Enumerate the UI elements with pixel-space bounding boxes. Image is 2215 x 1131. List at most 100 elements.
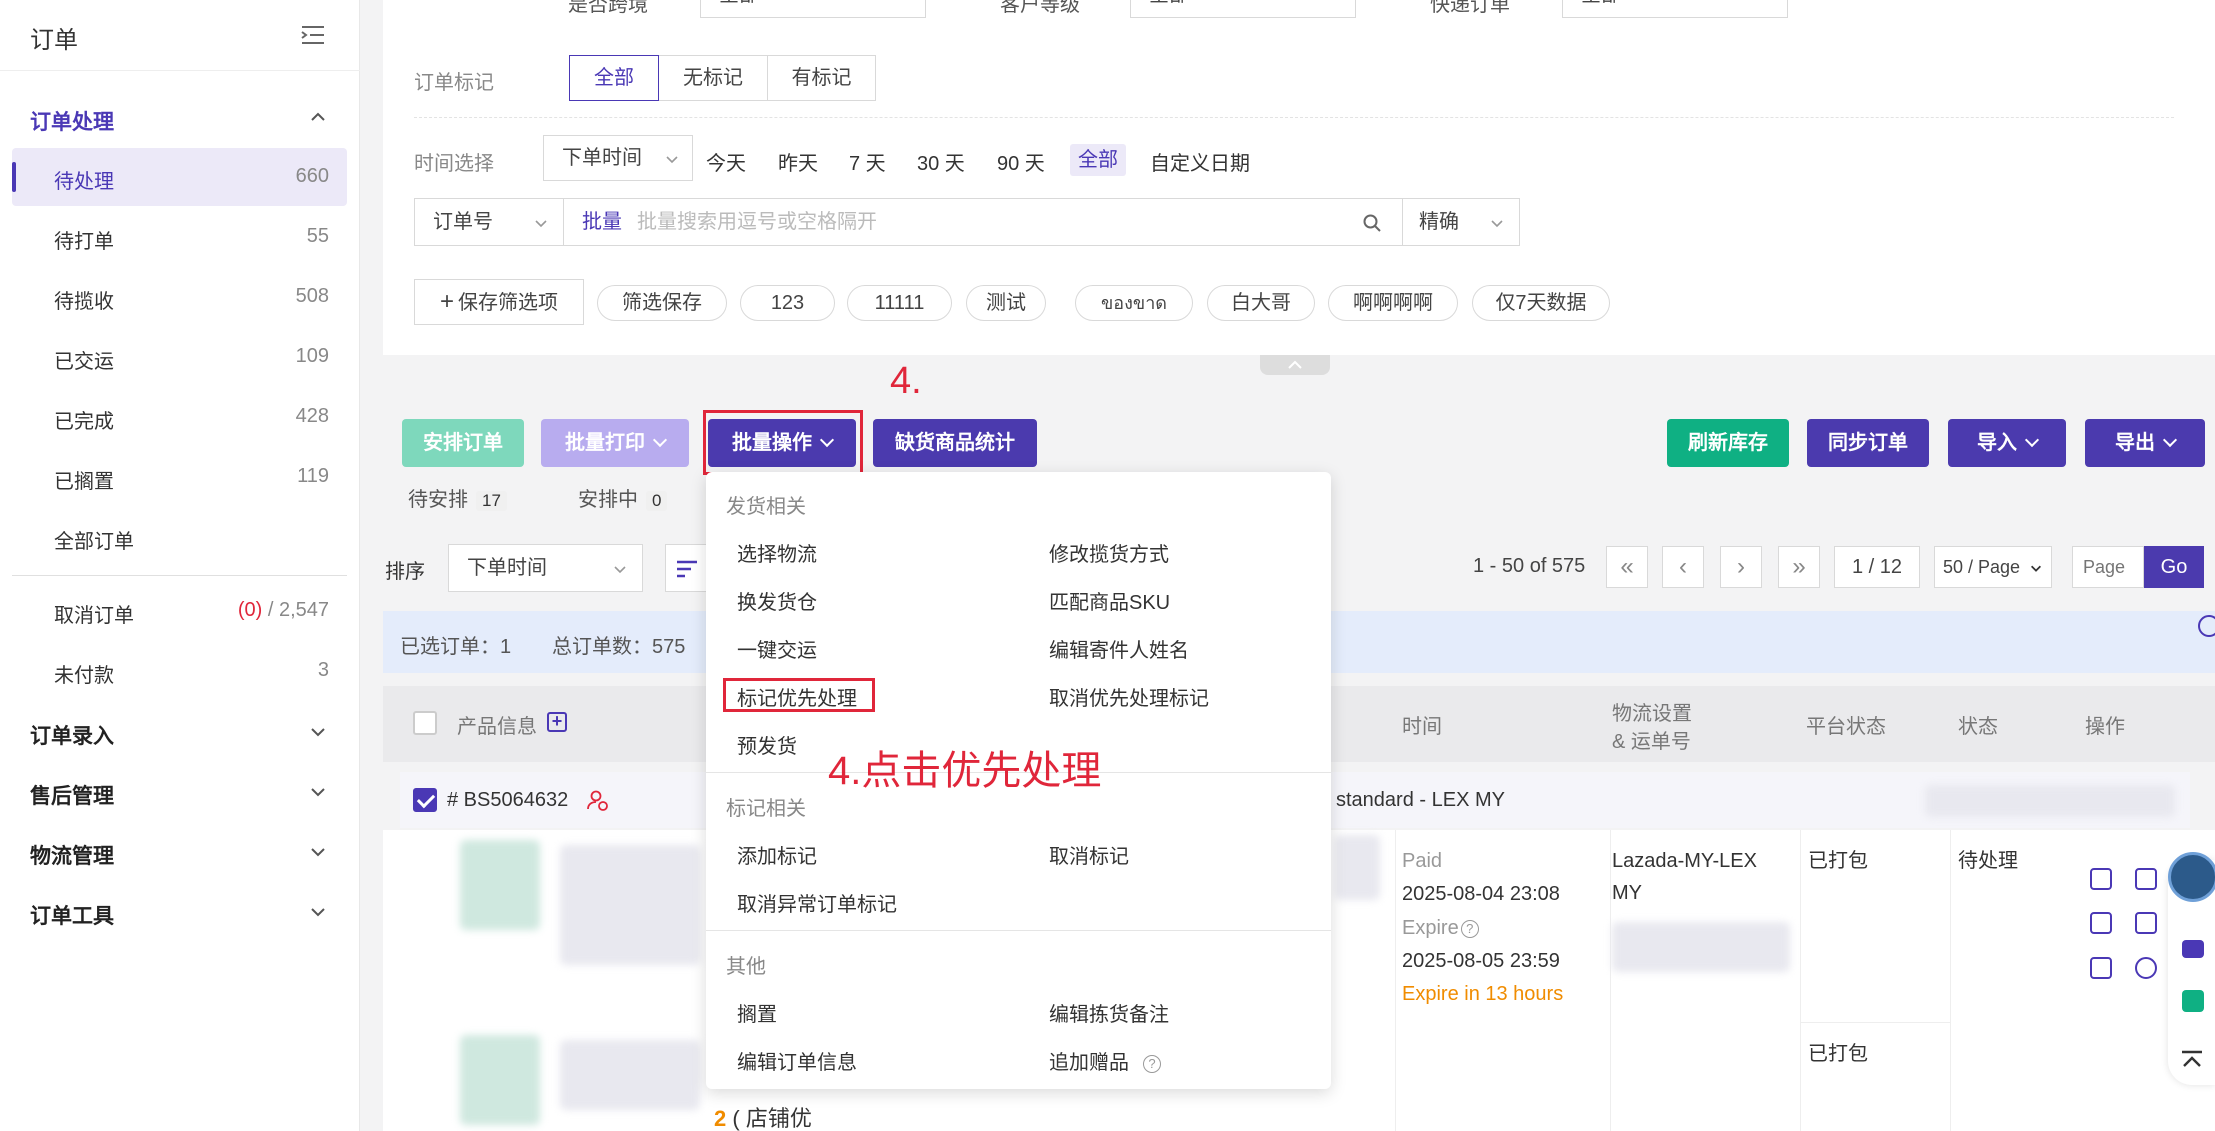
back-to-top-icon[interactable] [2180,1050,2204,1070]
collapse-filter-toggle[interactable] [1260,355,1330,375]
menu-item-edit-picking-note[interactable]: 编辑拣货备注 [1049,998,1169,1027]
saved-filter-chip[interactable]: 11111 [847,285,952,321]
time-link-30days[interactable]: 30 天 [917,147,965,176]
import-button[interactable]: 导入 [1948,419,2066,467]
menu-item-one-click-ship[interactable]: 一键交运 [737,634,817,663]
action-settings-icon[interactable] [2090,912,2112,934]
action-edit-icon[interactable] [2090,957,2112,979]
go-button[interactable]: Go [2144,546,2204,588]
menu-item-change-pickup[interactable]: 修改揽货方式 [1049,538,1169,567]
time-link-custom[interactable]: 自定义日期 [1150,147,1250,176]
action-import-icon[interactable] [2090,868,2112,890]
time-link-7days[interactable]: 7 天 [849,147,886,176]
first-page-button[interactable]: « [1606,546,1648,588]
mark-option-none[interactable]: 无标记 [658,55,768,101]
sidebar-item-completed[interactable]: 已完成 428 [12,388,347,446]
menu-item-change-warehouse[interactable]: 换发货仓 [737,586,817,615]
menu-item-add-mark[interactable]: 添加标记 [737,840,817,869]
saved-filter-chip[interactable]: ของขาด [1075,285,1193,321]
mark-option-all[interactable]: 全部 [569,55,659,101]
menu-item-pre-ship[interactable]: 预发货 [737,730,797,759]
page-size-select[interactable]: 50 / Page [1934,546,2052,588]
arranging-tab[interactable]: 安排中 0 [578,483,668,512]
page-jump-input[interactable] [2072,546,2144,588]
saved-filter-chip[interactable]: 白大哥 [1207,285,1315,321]
chevron-down-icon[interactable] [308,902,328,922]
book-icon[interactable] [2182,990,2204,1012]
menu-item-edit-sender[interactable]: 编辑寄件人姓名 [1049,634,1189,663]
saved-filter-chip[interactable]: 筛选保存 [597,285,727,321]
help-icon[interactable]: ? [1143,1054,1161,1073]
customer-level-select[interactable]: 全部 [1130,0,1356,18]
pending-arrange-tab[interactable]: 待安排 17 [408,483,507,512]
time-link-yesterday[interactable]: 昨天 [778,147,818,176]
cross-border-select[interactable]: 全部 [700,0,926,18]
menu-item-edit-order[interactable]: 编辑订单信息 [737,1046,857,1075]
time-type-select[interactable]: 下单时间 [543,135,693,181]
next-page-button[interactable]: › [1720,546,1762,588]
batch-print-button[interactable]: 批量打印 [541,419,689,467]
sidebar-item-pending[interactable]: 待处理 660 [12,148,347,206]
express-select[interactable]: 全部 [1562,0,1788,18]
export-button[interactable]: 导出 [2085,419,2205,467]
sidebar-item-all-orders[interactable]: 全部订单 [12,508,347,566]
sort-select[interactable]: 下单时间 [448,544,643,592]
search-input[interactable]: 批量 批量搜索用逗号或空格隔开 [563,198,1403,246]
action-document-icon[interactable] [2135,868,2157,890]
action-list-icon[interactable] [2135,912,2157,934]
circle-icon[interactable] [2196,614,2215,638]
menu-item-remove-exception[interactable]: 取消异常订单标记 [737,888,897,917]
arrange-orders-button[interactable]: 安排订单 [402,419,524,467]
saved-filter-chip[interactable]: 仅7天数据 [1472,285,1610,321]
saved-filter-chip[interactable]: 啊啊啊啊 [1328,285,1458,321]
menu-item-unmark-priority[interactable]: 取消优先处理标记 [1049,682,1209,711]
sidebar-group-order-processing[interactable]: 订单处理 [30,106,114,136]
chevron-up-icon[interactable] [308,107,328,127]
sidebar-item-shipped[interactable]: 已交运 109 [12,328,347,386]
shortage-stats-button[interactable]: 缺货商品统计 [873,419,1037,467]
support-avatar[interactable] [2168,852,2215,902]
search-icon[interactable] [1362,213,1382,233]
sync-orders-button[interactable]: 同步订单 [1807,419,1929,467]
menu-item-add-gift[interactable]: 追加赠品? [1049,1046,1161,1075]
menu-item-remove-mark[interactable]: 取消标记 [1049,840,1129,869]
sidebar-item-on-hold[interactable]: 已搁置 119 [12,448,347,506]
mark-option-has[interactable]: 有标记 [767,55,876,101]
chevron-down-icon[interactable] [308,782,328,802]
sidebar-item-cancelled[interactable]: 取消订单 (0) / 2,547 [12,582,347,640]
sidebar-group-order-entry[interactable]: 订单录入 [30,720,114,750]
chat-icon[interactable] [2182,940,2204,958]
last-page-button[interactable]: » [1778,546,1820,588]
user-alert-icon[interactable] [587,789,609,811]
saved-filter-chip[interactable]: 123 [740,285,835,321]
help-icon[interactable]: ? [1460,919,1479,938]
sidebar-group-after-sales[interactable]: 售后管理 [30,780,114,810]
select-all-checkbox[interactable] [413,711,437,735]
order-number[interactable]: # BS5064632 [447,789,568,812]
menu-item-match-sku[interactable]: 匹配商品SKU [1049,586,1170,615]
product-image[interactable] [460,840,540,930]
search-field-select[interactable]: 订单号 [414,198,564,246]
sidebar-item-to-print[interactable]: 待打单 55 [12,208,347,266]
sidebar-item-to-pickup[interactable]: 待揽收 508 [12,268,347,326]
save-filter-button[interactable]: + 保存筛选项 [414,279,584,325]
prev-page-button[interactable]: ‹ [1662,546,1704,588]
time-link-all[interactable]: 全部 [1070,144,1126,176]
batch-search-label[interactable]: 批量 [582,199,622,245]
time-link-today[interactable]: 今天 [706,147,746,176]
sidebar-item-unpaid[interactable]: 未付款 3 [12,642,347,700]
sidebar-group-logistics[interactable]: 物流管理 [30,840,114,870]
match-mode-select[interactable]: 精确 [1402,198,1520,246]
chevron-down-icon[interactable] [308,842,328,862]
order-checkbox[interactable] [413,788,437,812]
time-link-90days[interactable]: 90 天 [997,147,1045,176]
menu-item-select-logistics[interactable]: 选择物流 [737,538,817,567]
refresh-stock-button[interactable]: 刷新库存 [1667,419,1789,467]
action-sync-icon[interactable] [2135,957,2157,979]
chevron-down-icon[interactable] [308,722,328,742]
saved-filter-chip[interactable]: 测试 [966,285,1046,321]
menu-item-hold[interactable]: 搁置 [737,998,777,1027]
sort-order-button[interactable] [665,544,707,592]
sidebar-group-order-tools[interactable]: 订单工具 [30,900,114,930]
product-image[interactable] [460,1035,540,1125]
